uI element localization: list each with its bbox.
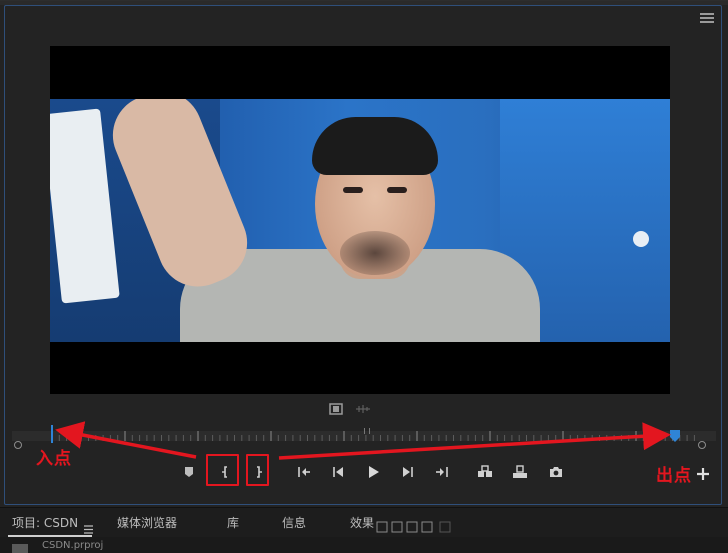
go-to-out-icon[interactable] (431, 461, 453, 483)
tab-info[interactable]: 信息 (282, 514, 306, 531)
in-point-marker[interactable] (51, 425, 53, 443)
out-point-annotation: 出点 (656, 466, 692, 486)
transport-controls (0, 457, 728, 487)
pillow-button (633, 231, 649, 247)
step-back-icon[interactable] (327, 461, 349, 483)
mark-in-highlight-box (206, 454, 239, 486)
drag-video-icon[interactable] (329, 400, 343, 415)
person-eye (387, 187, 407, 193)
mark-out-highlight-box (246, 454, 269, 486)
effects-tab-icons (376, 518, 456, 533)
play-icon[interactable] (362, 461, 384, 483)
folder-icon (12, 544, 28, 553)
video-frame (50, 46, 670, 394)
insert-icon[interactable] (474, 461, 496, 483)
person-hair (312, 117, 438, 175)
hamburger-icon[interactable] (84, 519, 93, 534)
video-preview (50, 99, 670, 342)
zoom-handle-right[interactable] (698, 441, 706, 449)
drag-audio-icon[interactable] (355, 400, 371, 413)
timeline-ruler[interactable] (12, 425, 716, 455)
add-marker-icon[interactable] (178, 461, 200, 483)
project-file-list: CSDN.prproj (0, 537, 728, 553)
camera-icon[interactable] (545, 461, 567, 483)
timeline-center-mark (364, 428, 370, 434)
go-to-in-icon[interactable] (293, 461, 315, 483)
person-beard (340, 231, 410, 275)
overwrite-icon[interactable] (509, 461, 531, 483)
tab-project[interactable]: 项目: CSDN (12, 514, 78, 531)
drag-tools-row (0, 396, 728, 418)
hamburger-icon[interactable] (700, 11, 714, 25)
person-eye (343, 187, 363, 193)
project-file-name[interactable]: CSDN.prproj (42, 540, 103, 551)
source-monitor-panel: 入点 出点 (0, 0, 728, 508)
plus-icon[interactable] (692, 463, 714, 485)
playhead-icon[interactable] (670, 427, 680, 442)
in-point-annotation: 入点 (36, 449, 72, 469)
tab-media-browser[interactable]: 媒体浏览器 (117, 514, 177, 531)
tab-library[interactable]: 库 (227, 514, 239, 531)
project-panel-tabs: 项目: CSDN 媒体浏览器 库 信息 效果 (0, 507, 728, 538)
tab-effects[interactable]: 效果 (350, 514, 374, 531)
zoom-handle-left[interactable] (14, 441, 22, 449)
step-forward-icon[interactable] (397, 461, 419, 483)
